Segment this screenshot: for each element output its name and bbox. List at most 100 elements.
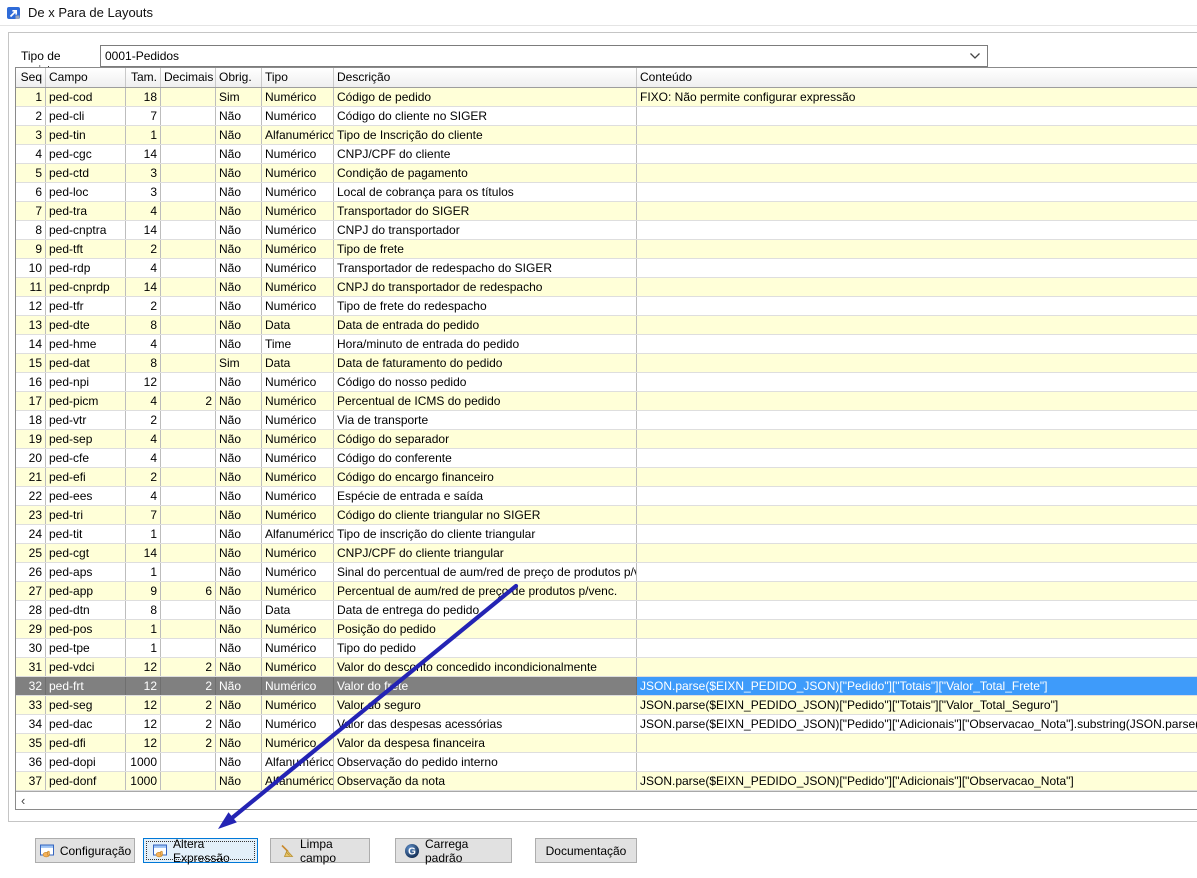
cell-tipo[interactable]: Numérico <box>262 164 334 182</box>
cell-tam[interactable]: 14 <box>126 544 161 562</box>
cell-campo[interactable]: ped-tfr <box>46 297 126 315</box>
cell-seq[interactable]: 9 <box>16 240 46 258</box>
cell-obrig[interactable]: Não <box>216 316 262 334</box>
cell-obrig[interactable]: Não <box>216 107 262 125</box>
table-row[interactable]: 5ped-ctd3NãoNuméricoCondição de pagament… <box>16 164 1197 183</box>
cell-campo[interactable]: ped-cnprdp <box>46 278 126 296</box>
cell-obrig[interactable]: Não <box>216 259 262 277</box>
column-header-tipo[interactable]: Tipo <box>262 68 334 87</box>
cell-desc[interactable]: Hora/minuto de entrada do pedido <box>334 335 637 353</box>
cell-cont[interactable] <box>637 658 1197 676</box>
cell-seq[interactable]: 2 <box>16 107 46 125</box>
cell-seq[interactable]: 20 <box>16 449 46 467</box>
cell-obrig[interactable]: Não <box>216 411 262 429</box>
cell-tam[interactable]: 3 <box>126 183 161 201</box>
cell-cont[interactable] <box>637 468 1197 486</box>
scroll-left-icon[interactable]: ‹ <box>21 794 25 808</box>
cell-desc[interactable]: Observação da nota <box>334 772 637 790</box>
cell-campo[interactable]: ped-seg <box>46 696 126 714</box>
cell-tam[interactable]: 2 <box>126 468 161 486</box>
cell-dec[interactable] <box>161 506 216 524</box>
cell-dec[interactable] <box>161 126 216 144</box>
cell-dec[interactable] <box>161 601 216 619</box>
table-row[interactable]: 31ped-vdci122NãoNuméricoValor do descont… <box>16 658 1197 677</box>
cell-tam[interactable]: 12 <box>126 734 161 752</box>
cell-tipo[interactable]: Numérico <box>262 297 334 315</box>
cell-dec[interactable] <box>161 487 216 505</box>
cell-obrig[interactable]: Não <box>216 544 262 562</box>
cell-seq[interactable]: 27 <box>16 582 46 600</box>
cell-cont[interactable]: JSON.parse($EIXN_PEDIDO_JSON)["Pedido"][… <box>637 772 1197 790</box>
cell-desc[interactable]: Local de cobrança para os títulos <box>334 183 637 201</box>
cell-dec[interactable] <box>161 411 216 429</box>
cell-seq[interactable]: 30 <box>16 639 46 657</box>
cell-campo[interactable]: ped-dtn <box>46 601 126 619</box>
cell-campo[interactable]: ped-hme <box>46 335 126 353</box>
cell-tipo[interactable]: Numérico <box>262 202 334 220</box>
cell-desc[interactable]: Valor da despesa financeira <box>334 734 637 752</box>
cell-tipo[interactable]: Numérico <box>262 430 334 448</box>
cell-tipo[interactable]: Numérico <box>262 278 334 296</box>
cell-desc[interactable]: Valor do frete <box>334 677 637 695</box>
cell-tam[interactable]: 7 <box>126 107 161 125</box>
cell-obrig[interactable]: Não <box>216 601 262 619</box>
cell-seq[interactable]: 22 <box>16 487 46 505</box>
cell-cont[interactable] <box>637 126 1197 144</box>
cell-cont[interactable] <box>637 525 1197 543</box>
cell-seq[interactable]: 12 <box>16 297 46 315</box>
cell-dec[interactable] <box>161 525 216 543</box>
table-row[interactable]: 33ped-seg122NãoNuméricoValor do seguroJS… <box>16 696 1197 715</box>
cell-tam[interactable]: 14 <box>126 278 161 296</box>
cell-cont[interactable] <box>637 563 1197 581</box>
cell-dec[interactable] <box>161 202 216 220</box>
cell-obrig[interactable]: Não <box>216 126 262 144</box>
cell-obrig[interactable]: Não <box>216 164 262 182</box>
cell-obrig[interactable]: Não <box>216 487 262 505</box>
cell-obrig[interactable]: Não <box>216 145 262 163</box>
cell-tam[interactable]: 4 <box>126 487 161 505</box>
cell-campo[interactable]: ped-dfi <box>46 734 126 752</box>
table-row[interactable]: 32ped-frt122NãoNuméricoValor do freteJSO… <box>16 677 1197 696</box>
cell-seq[interactable]: 33 <box>16 696 46 714</box>
cell-obrig[interactable]: Sim <box>216 354 262 372</box>
table-row[interactable]: 20ped-cfe4NãoNuméricoCódigo do conferent… <box>16 449 1197 468</box>
cell-dec[interactable] <box>161 221 216 239</box>
cell-campo[interactable]: ped-vdci <box>46 658 126 676</box>
cell-tam[interactable]: 2 <box>126 297 161 315</box>
cell-desc[interactable]: Tipo de frete <box>334 240 637 258</box>
cell-tipo[interactable]: Alfanumérico <box>262 753 334 771</box>
table-row[interactable]: 16ped-npi12NãoNuméricoCódigo do nosso pe… <box>16 373 1197 392</box>
cell-desc[interactable]: Sinal do percentual de aum/red de preço … <box>334 563 637 581</box>
cell-tipo[interactable]: Data <box>262 601 334 619</box>
cell-tam[interactable]: 1000 <box>126 772 161 790</box>
chevron-down-icon[interactable] <box>969 52 981 60</box>
column-header-seq[interactable]: Seq <box>16 68 46 87</box>
cell-dec[interactable] <box>161 164 216 182</box>
cell-obrig[interactable]: Não <box>216 278 262 296</box>
cell-cont[interactable] <box>637 753 1197 771</box>
cell-seq[interactable]: 29 <box>16 620 46 638</box>
cell-cont[interactable] <box>637 582 1197 600</box>
cell-campo[interactable]: ped-aps <box>46 563 126 581</box>
cell-tam[interactable]: 9 <box>126 582 161 600</box>
cell-campo[interactable]: ped-app <box>46 582 126 600</box>
cell-desc[interactable]: Data de entrega do pedido <box>334 601 637 619</box>
cell-desc[interactable]: Código de pedido <box>334 88 637 106</box>
cell-obrig[interactable]: Não <box>216 202 262 220</box>
cell-seq[interactable]: 3 <box>16 126 46 144</box>
cell-campo[interactable]: ped-dopi <box>46 753 126 771</box>
table-row[interactable]: 12ped-tfr2NãoNuméricoTipo de frete do re… <box>16 297 1197 316</box>
cell-campo[interactable]: ped-cli <box>46 107 126 125</box>
cell-dec[interactable] <box>161 639 216 657</box>
cell-seq[interactable]: 36 <box>16 753 46 771</box>
cell-seq[interactable]: 11 <box>16 278 46 296</box>
table-row[interactable]: 18ped-vtr2NãoNuméricoVia de transporte <box>16 411 1197 430</box>
cell-tipo[interactable]: Time <box>262 335 334 353</box>
table-row[interactable]: 11ped-cnprdp14NãoNuméricoCNPJ do transpo… <box>16 278 1197 297</box>
table-row[interactable]: 35ped-dfi122NãoNuméricoValor da despesa … <box>16 734 1197 753</box>
cell-desc[interactable]: Tipo do pedido <box>334 639 637 657</box>
cell-desc[interactable]: CNPJ/CPF do cliente triangular <box>334 544 637 562</box>
cell-cont[interactable]: JSON.parse($EIXN_PEDIDO_JSON)["Pedido"][… <box>637 715 1197 733</box>
table-row[interactable]: 23ped-tri7NãoNuméricoCódigo do cliente t… <box>16 506 1197 525</box>
table-row[interactable]: 9ped-tft2NãoNuméricoTipo de frete <box>16 240 1197 259</box>
